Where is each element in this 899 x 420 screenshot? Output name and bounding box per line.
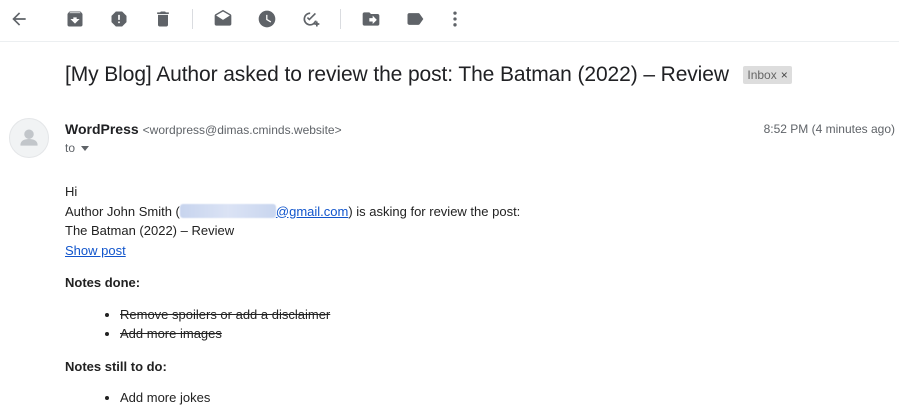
inbox-label-chip[interactable]: Inbox ×	[743, 66, 792, 84]
avatar[interactable]	[9, 118, 49, 158]
subject-row: [My Blog] Author asked to review the pos…	[65, 63, 792, 93]
post-title: The Batman (2022) – Review	[65, 223, 235, 238]
toolbar	[0, 0, 899, 42]
author-suffix: ) is asking for review the post:	[348, 203, 521, 219]
to-label: to	[65, 141, 76, 155]
notes-done-list: Remove spoilers or add a disclaimer Add …	[65, 305, 885, 344]
show-post-link[interactable]: Show post	[65, 243, 126, 258]
move-to-icon[interactable]	[361, 9, 381, 29]
email-timestamp: 8:52 PM (4 minutes ago)	[763, 122, 895, 136]
author-prefix: Author John Smith (	[65, 203, 180, 219]
author-line: Author John Smith ( @gmail.com) is asking…	[65, 202, 885, 222]
sender-email: <wordpress@dimas.cminds.website>	[142, 123, 342, 137]
delete-icon[interactable]	[153, 9, 173, 29]
mark-unread-icon[interactable]	[213, 9, 233, 29]
archive-icon[interactable]	[65, 9, 85, 29]
chevron-down-icon	[81, 146, 90, 152]
toolbar-separator	[340, 9, 341, 29]
redacted-email	[179, 203, 276, 218]
list-item: Add more images	[120, 324, 885, 344]
report-spam-icon[interactable]	[109, 9, 129, 29]
email-subject: [My Blog] Author asked to review the pos…	[65, 63, 729, 86]
list-item: Add more jokes	[120, 388, 885, 408]
snooze-icon[interactable]	[257, 9, 277, 29]
greeting: Hi	[65, 184, 78, 199]
list-item: Remove spoilers or add a disclaimer	[120, 305, 885, 325]
notes-done-heading: Notes done:	[65, 275, 141, 290]
notes-todo-list: Add more jokes	[65, 388, 885, 408]
toolbar-separator	[192, 9, 193, 29]
labels-icon[interactable]	[405, 9, 425, 29]
person-icon	[20, 129, 38, 146]
email-body: Hi Author John Smith ( @gmail.com) is ask…	[65, 182, 885, 408]
back-arrow-icon[interactable]	[9, 9, 29, 29]
sender-line: WordPress <wordpress@dimas.cminds.website…	[65, 121, 342, 137]
remove-label-icon[interactable]: ×	[781, 68, 788, 82]
author-email-domain: @gmail.com	[275, 203, 349, 219]
label-text: Inbox	[747, 68, 777, 82]
more-icon[interactable]	[445, 9, 465, 29]
notes-todo-heading: Notes still to do:	[65, 358, 167, 374]
sender-name[interactable]: WordPress	[65, 121, 139, 137]
author-email-link[interactable]: @gmail.com	[179, 203, 349, 219]
recipient-details-toggle[interactable]: to	[65, 141, 90, 155]
add-to-tasks-icon[interactable]	[301, 9, 321, 29]
